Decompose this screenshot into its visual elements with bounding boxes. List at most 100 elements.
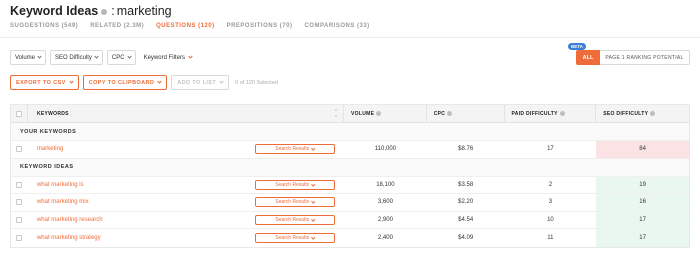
title-separator: : <box>111 4 115 18</box>
chevron-down-icon <box>219 79 224 84</box>
keyword-link[interactable]: what marketing is <box>37 182 84 188</box>
toggle-page1-button[interactable]: PAGE 1 RANKING POTENTIAL <box>600 50 690 65</box>
seo-difficulty-value: 17 <box>639 216 646 223</box>
volume-value: 2,900 <box>377 216 393 223</box>
column-cpc-label: CPC <box>433 110 446 117</box>
keyword-table: KEYWORDS ⌃ ⌄ VOLUME CPC PAID DIFFICULTY S… <box>10 104 690 248</box>
tab-prepositions[interactable]: PREPOSITIONS (70) <box>227 23 293 37</box>
column-paid-difficulty[interactable]: PAID DIFFICULTY <box>505 105 597 122</box>
seo-difficulty-value: 19 <box>639 181 646 188</box>
tab-related[interactable]: RELATED (2.3M) <box>90 23 144 37</box>
cpc-value: $4.54 <box>458 216 474 223</box>
chevron-down-icon <box>126 54 132 59</box>
table-row: what marketing mix Search Results 3,600 … <box>11 194 689 212</box>
search-results-button[interactable]: Search Results <box>254 179 335 190</box>
cpc-filter-label: CPC <box>111 54 125 61</box>
column-seo-difficulty-label: SEO DIFFICULTY <box>603 110 649 117</box>
paid-difficulty-value: 11 <box>547 234 554 241</box>
tab-divider <box>0 37 700 38</box>
keyword-link[interactable]: what marketing strategy <box>37 235 101 241</box>
help-icon <box>447 111 453 116</box>
row-checkbox[interactable] <box>16 199 23 206</box>
add-to-list-label: ADD TO LIST <box>177 79 217 86</box>
column-volume-label: VOLUME <box>351 110 375 117</box>
tab-suggestions[interactable]: SUGGESTIONS (549) <box>10 23 78 37</box>
section-keyword-ideas: KEYWORD IDEAS <box>11 158 689 177</box>
chevron-down-icon <box>311 234 316 239</box>
select-all-cell <box>11 105 28 122</box>
paid-difficulty-value: 2 <box>548 181 553 188</box>
paid-difficulty-value: 17 <box>547 146 554 153</box>
seo-difficulty-value: 16 <box>639 199 646 206</box>
search-results-button[interactable]: Search Results <box>254 214 335 225</box>
cpc-filter-dropdown[interactable]: CPC <box>106 50 136 65</box>
column-cpc[interactable]: CPC <box>427 105 505 122</box>
column-keywords[interactable]: KEYWORDS ⌃ ⌄ <box>28 105 345 122</box>
keyword-link[interactable]: what marketing research <box>37 217 103 223</box>
search-results-button[interactable]: Search Results <box>254 144 335 155</box>
search-query: marketing <box>116 4 172 18</box>
volume-filter-dropdown[interactable]: Volume <box>10 50 47 65</box>
chevron-down-icon <box>94 54 99 59</box>
column-seo-difficulty[interactable]: SEO DIFFICULTY <box>596 105 689 122</box>
volume-value: 2,400 <box>377 234 393 241</box>
ranking-toggle: ALL PAGE 1 RANKING POTENTIAL <box>576 50 690 65</box>
toggle-all-button[interactable]: ALL <box>576 50 600 65</box>
row-checkbox[interactable] <box>16 181 23 188</box>
volume-value: 3,600 <box>377 199 393 206</box>
column-keywords-label: KEYWORDS <box>36 110 69 117</box>
row-checkbox[interactable] <box>16 216 23 223</box>
beta-badge: BETA <box>568 43 586 50</box>
chevron-down-icon <box>188 54 193 59</box>
add-to-list-button[interactable]: ADD TO LIST <box>171 75 230 90</box>
action-bar: EXPORT TO CSV COPY TO CLIPBOARD ADD TO L… <box>10 75 278 90</box>
export-csv-label: EXPORT TO CSV <box>16 79 66 86</box>
column-volume[interactable]: VOLUME <box>344 105 427 122</box>
seo-difficulty-filter-label: SEO Difficulty <box>55 54 92 61</box>
volume-filter-label: Volume <box>15 54 36 61</box>
keyword-filters-label: Keyword Filters <box>143 54 185 61</box>
chevron-down-icon <box>37 54 42 59</box>
chevron-down-icon <box>311 199 316 204</box>
page-header: Keyword Ideas : marketing <box>10 3 172 19</box>
cpc-value: $3.58 <box>458 181 474 188</box>
search-results-button[interactable]: Search Results <box>254 197 335 208</box>
table-header: KEYWORDS ⌃ ⌄ VOLUME CPC PAID DIFFICULTY S… <box>11 105 689 123</box>
selection-count: 0 of 120 Selected <box>235 79 278 86</box>
volume-value: 110,000 <box>374 146 397 153</box>
table-row: what marketing is Search Results 18,100 … <box>11 176 689 194</box>
copy-clipboard-button[interactable]: COPY TO CLIPBOARD <box>82 75 168 90</box>
paid-difficulty-value: 3 <box>548 199 553 206</box>
row-checkbox[interactable] <box>16 234 23 241</box>
page-title: Keyword Ideas <box>10 4 99 18</box>
column-paid-difficulty-label: PAID DIFFICULTY <box>511 110 558 117</box>
cpc-value: $8.76 <box>458 146 474 153</box>
keyword-filters-dropdown[interactable]: Keyword Filters <box>143 54 193 61</box>
paid-difficulty-value: 10 <box>547 216 554 223</box>
tab-comparisons[interactable]: COMPARISONS (33) <box>304 23 369 37</box>
copy-clipboard-label: COPY TO CLIPBOARD <box>88 79 155 86</box>
select-all-checkbox[interactable] <box>15 110 22 117</box>
chevron-down-icon <box>311 146 316 151</box>
table-row: what marketing strategy Search Results 2… <box>11 229 689 247</box>
filter-bar: Volume SEO Difficulty CPC Keyword Filter… <box>10 50 193 65</box>
section-your-keywords: YOUR KEYWORDS <box>11 123 689 141</box>
tab-questions[interactable]: QUESTIONS (120) <box>156 23 215 37</box>
keyword-link[interactable]: what marketing mix <box>37 199 89 205</box>
table-row: marketing Search Results 110,000 $8.76 1… <box>11 141 689 159</box>
keyword-link[interactable]: marketing <box>37 146 63 152</box>
row-checkbox[interactable] <box>16 146 23 153</box>
info-icon[interactable] <box>101 9 108 15</box>
help-icon <box>376 111 382 116</box>
table-row: what marketing research Search Results 2… <box>11 211 689 229</box>
chevron-down-icon <box>311 216 316 221</box>
seo-difficulty-filter-dropdown[interactable]: SEO Difficulty <box>50 50 103 65</box>
chevron-down-icon <box>311 181 316 186</box>
tab-bar: SUGGESTIONS (549) RELATED (2.3M) QUESTIO… <box>10 23 700 37</box>
export-csv-button[interactable]: EXPORT TO CSV <box>10 75 79 90</box>
search-results-button[interactable]: Search Results <box>254 232 335 243</box>
section-label: KEYWORD IDEAS <box>20 164 74 170</box>
sort-icon: ⌃ ⌄ <box>333 108 339 119</box>
section-label: YOUR KEYWORDS <box>20 128 77 135</box>
chevron-down-icon <box>69 79 74 84</box>
